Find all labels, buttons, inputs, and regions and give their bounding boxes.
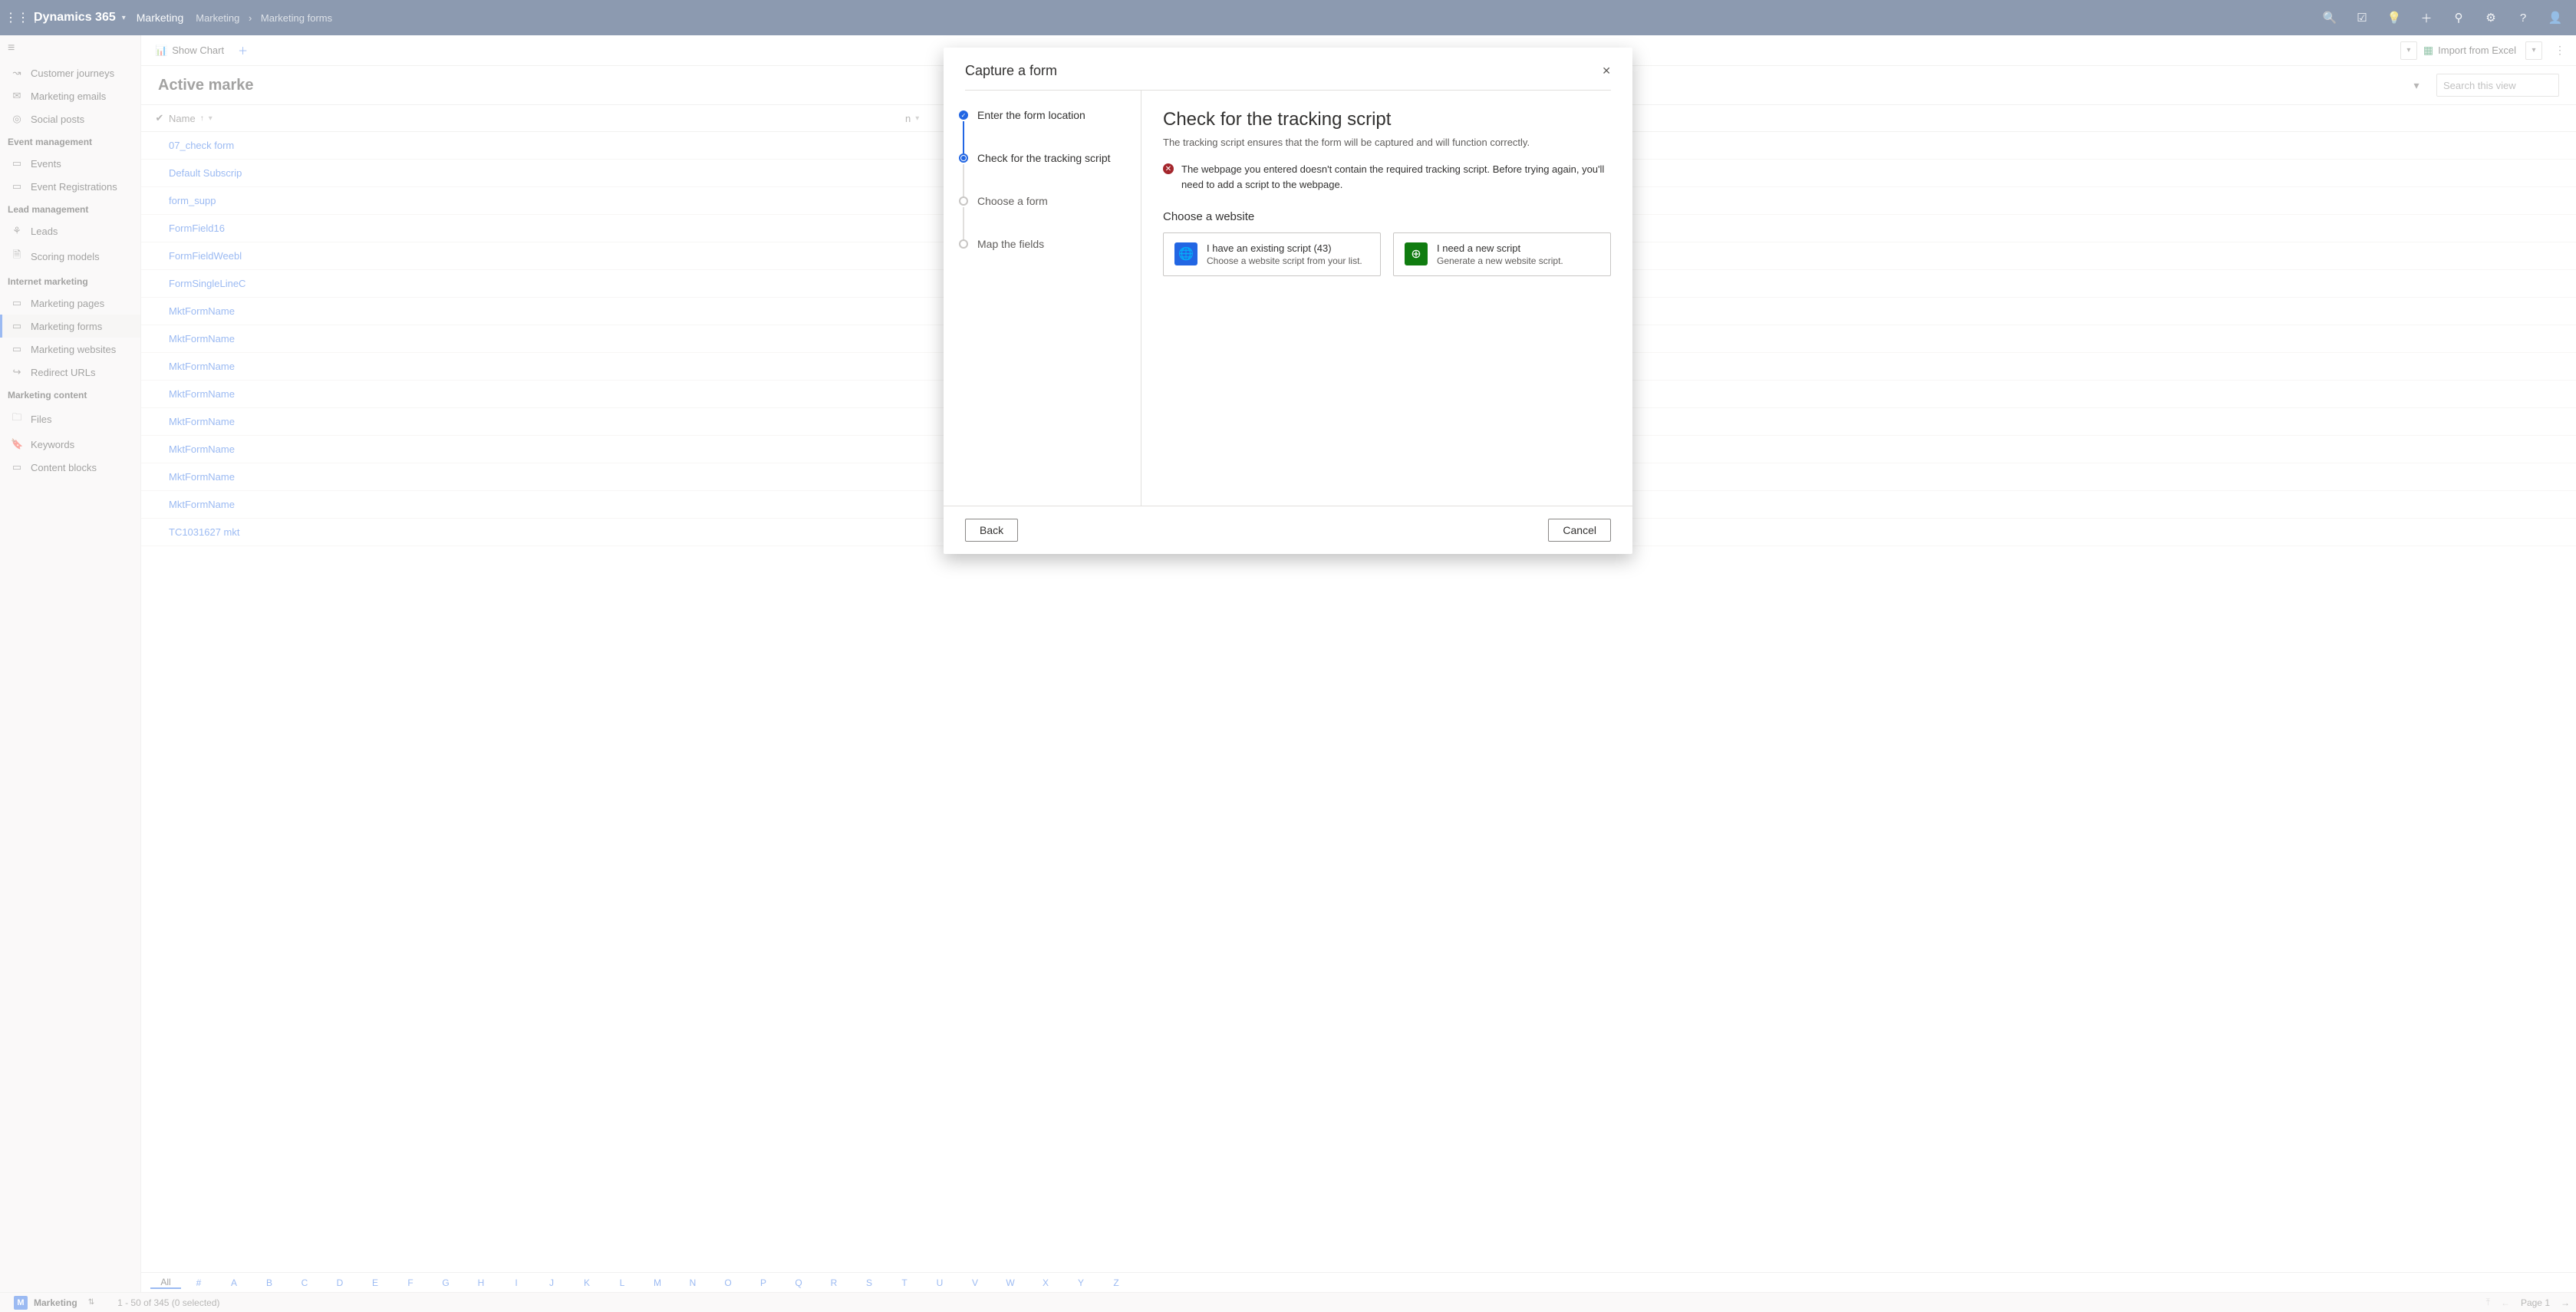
wizard-steps: Enter the form location Check for the tra… (944, 91, 1141, 506)
choose-website-label: Choose a website (1163, 210, 1611, 223)
step-dot (959, 153, 968, 163)
error-icon: ✕ (1163, 163, 1174, 174)
dialog-heading: Check for the tracking script (1163, 109, 1611, 130)
existing-script-sub: Choose a website script from your list. (1207, 255, 1362, 266)
new-script-card[interactable]: ⊕ I need a new script Generate a new web… (1393, 232, 1611, 276)
existing-script-title: I have an existing script (43) (1207, 242, 1362, 255)
existing-script-card[interactable]: 🌐 I have an existing script (43) Choose … (1163, 232, 1381, 276)
dialog-subtext: The tracking script ensures that the for… (1163, 137, 1611, 148)
wizard-step[interactable]: Choose a form (959, 195, 1125, 238)
wizard-step[interactable]: Map the fields (959, 238, 1125, 250)
back-button[interactable]: Back (965, 519, 1018, 542)
step-label: Check for the tracking script (977, 152, 1111, 164)
plus-circle-icon: ⊕ (1405, 242, 1428, 265)
step-label: Choose a form (977, 195, 1048, 207)
cancel-button[interactable]: Cancel (1548, 519, 1611, 542)
step-dot (959, 196, 968, 206)
step-label: Map the fields (977, 238, 1044, 250)
globe-icon: 🌐 (1174, 242, 1197, 265)
error-message: ✕ The webpage you entered doesn't contai… (1163, 162, 1611, 192)
wizard-step[interactable]: Check for the tracking script (959, 152, 1125, 195)
step-dot (959, 110, 968, 120)
capture-form-dialog: Capture a form ✕ Enter the form location… (944, 48, 1632, 554)
dialog-title: Capture a form (965, 63, 1057, 79)
dialog-content: Check for the tracking script The tracki… (1141, 91, 1632, 506)
new-script-sub: Generate a new website script. (1437, 255, 1563, 266)
error-text: The webpage you entered doesn't contain … (1181, 162, 1611, 192)
close-icon[interactable]: ✕ (1602, 64, 1611, 77)
step-dot (959, 239, 968, 249)
wizard-step[interactable]: Enter the form location (959, 109, 1125, 152)
new-script-title: I need a new script (1437, 242, 1563, 255)
step-label: Enter the form location (977, 109, 1085, 121)
